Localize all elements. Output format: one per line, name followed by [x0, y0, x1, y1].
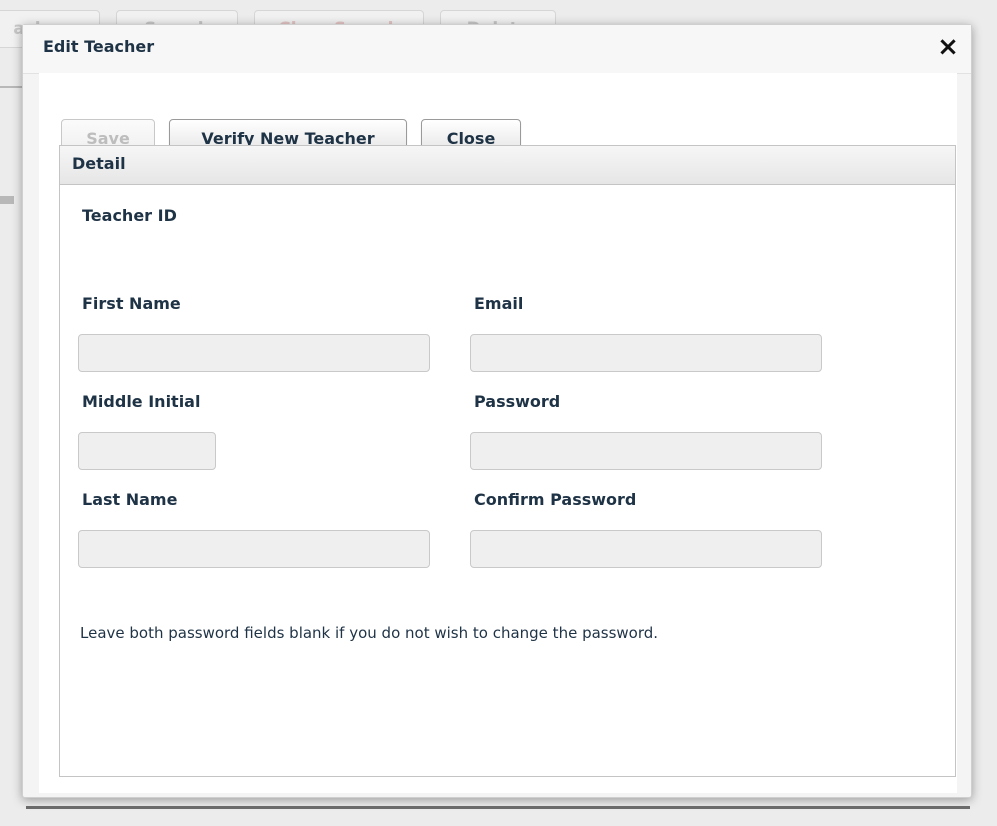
background-divider	[0, 196, 14, 204]
detail-panel: Detail Teacher ID First Name Email Middl…	[59, 145, 956, 777]
password-help-text: Leave both password fields blank if you …	[80, 624, 659, 642]
confirm-password-label: Confirm Password	[474, 490, 637, 509]
dialog-shadow-edge	[26, 806, 970, 809]
password-label: Password	[474, 392, 561, 411]
dialog-title: Edit Teacher	[43, 37, 155, 56]
dialog-titlebar: Edit Teacher ×	[23, 25, 971, 74]
first-name-label: First Name	[82, 294, 181, 313]
close-icon[interactable]: ×	[933, 31, 963, 63]
first-name-field[interactable]	[78, 334, 430, 372]
confirm-password-field[interactable]	[470, 530, 822, 568]
last-name-label: Last Name	[82, 490, 178, 509]
detail-panel-header: Detail	[60, 146, 955, 185]
middle-initial-label: Middle Initial	[82, 392, 201, 411]
edit-teacher-dialog: Edit Teacher × Save Verify New Teacher C…	[22, 24, 972, 798]
password-field[interactable]	[470, 432, 822, 470]
background-divider	[0, 86, 22, 88]
teacher-id-label: Teacher ID	[82, 206, 177, 225]
last-name-field[interactable]	[78, 530, 430, 568]
middle-initial-field[interactable]	[78, 432, 216, 470]
email-field[interactable]	[470, 334, 822, 372]
email-label: Email	[474, 294, 524, 313]
